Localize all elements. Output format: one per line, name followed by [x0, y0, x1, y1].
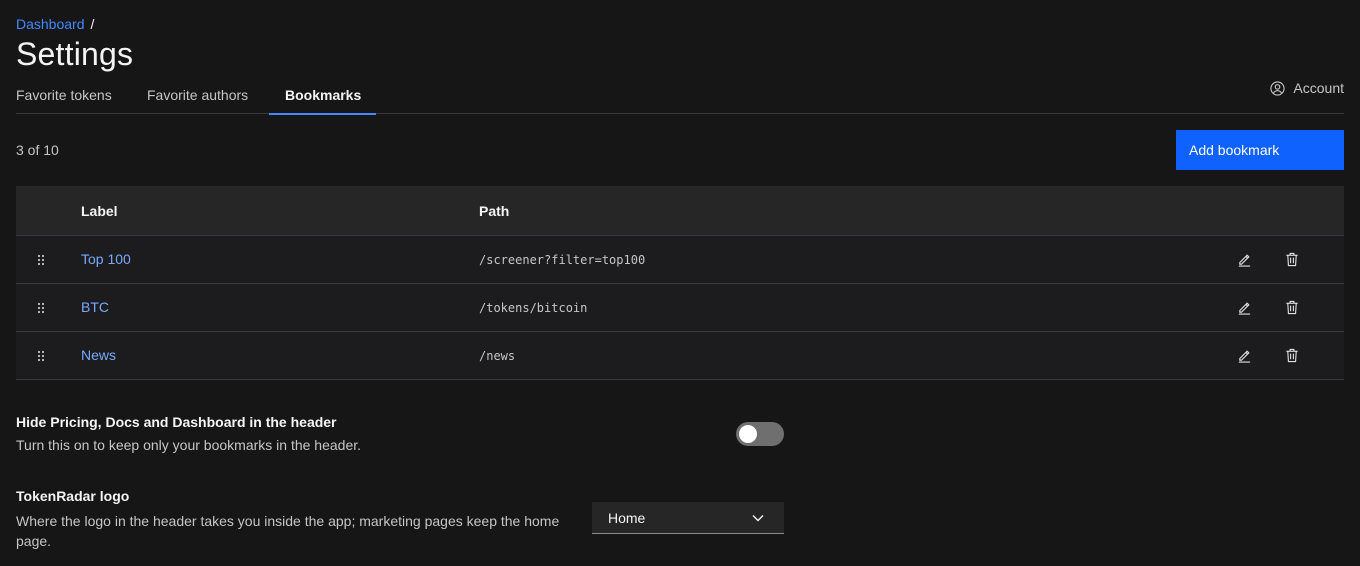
column-header-path: Path — [479, 202, 510, 219]
chevron-down-icon — [752, 514, 764, 522]
delete-button[interactable] — [1268, 332, 1316, 380]
account-link[interactable]: Account — [1270, 80, 1344, 96]
pencil-icon — [1237, 300, 1252, 315]
logo-setting-description: Where the logo in the header takes you i… — [16, 513, 560, 549]
drag-handle-icon[interactable] — [37, 302, 45, 314]
edit-button[interactable] — [1220, 284, 1268, 332]
drag-handle-icon[interactable] — [37, 350, 45, 362]
breadcrumb: Dashboard / — [16, 16, 94, 32]
edit-button[interactable] — [1220, 236, 1268, 284]
pencil-icon — [1237, 252, 1252, 267]
delete-button[interactable] — [1268, 236, 1316, 284]
trash-icon — [1285, 300, 1299, 315]
page-title: Settings — [16, 36, 134, 72]
hide-header-toggle[interactable] — [736, 422, 784, 446]
bookmark-path: /screener?filter=top100 — [479, 252, 646, 267]
table-row: BTC /tokens/bitcoin — [16, 283, 1344, 331]
edit-button[interactable] — [1220, 332, 1268, 380]
logo-destination-select[interactable]: Home — [592, 502, 784, 534]
table-header: Label Path — [16, 186, 1344, 235]
logo-setting-title: TokenRadar logo — [16, 488, 130, 504]
column-header-label: Label — [81, 202, 118, 219]
hide-header-setting-title: Hide Pricing, Docs and Dashboard in the … — [16, 414, 337, 430]
bookmark-path: /news — [479, 348, 516, 363]
breadcrumb-separator: / — [90, 16, 95, 32]
hide-header-setting-description: Turn this on to keep only your bookmarks… — [16, 437, 362, 453]
bookmark-label-link[interactable]: Top 100 — [81, 251, 131, 267]
settings-tabs: Favorite tokens Favorite authors Bookmar… — [16, 78, 1344, 115]
tab-favorite-authors[interactable]: Favorite authors — [147, 78, 269, 114]
bookmark-count: 3 of 10 — [16, 142, 59, 158]
toggle-knob — [739, 425, 757, 443]
pencil-icon — [1237, 348, 1252, 363]
table-row: News /news — [16, 331, 1344, 379]
drag-handle-icon[interactable] — [37, 254, 45, 266]
trash-icon — [1285, 252, 1299, 267]
delete-button[interactable] — [1268, 284, 1316, 332]
add-bookmark-button[interactable]: Add bookmark — [1176, 130, 1344, 170]
tab-bookmarks[interactable]: Bookmarks — [269, 78, 376, 115]
bookmarks-table: Label Path Top 100 /screener?filter=top1… — [16, 186, 1344, 380]
user-avatar-icon — [1270, 80, 1286, 96]
trash-icon — [1285, 348, 1299, 363]
bookmark-path: /tokens/bitcoin — [479, 300, 588, 315]
account-label: Account — [1293, 80, 1344, 96]
tab-favorite-tokens[interactable]: Favorite tokens — [16, 78, 147, 114]
breadcrumb-dashboard-link[interactable]: Dashboard — [16, 16, 85, 32]
bookmark-label-link[interactable]: News — [81, 347, 116, 363]
bookmark-label-link[interactable]: BTC — [81, 299, 109, 315]
table-row: Top 100 /screener?filter=top100 — [16, 235, 1344, 283]
select-value: Home — [608, 509, 646, 526]
